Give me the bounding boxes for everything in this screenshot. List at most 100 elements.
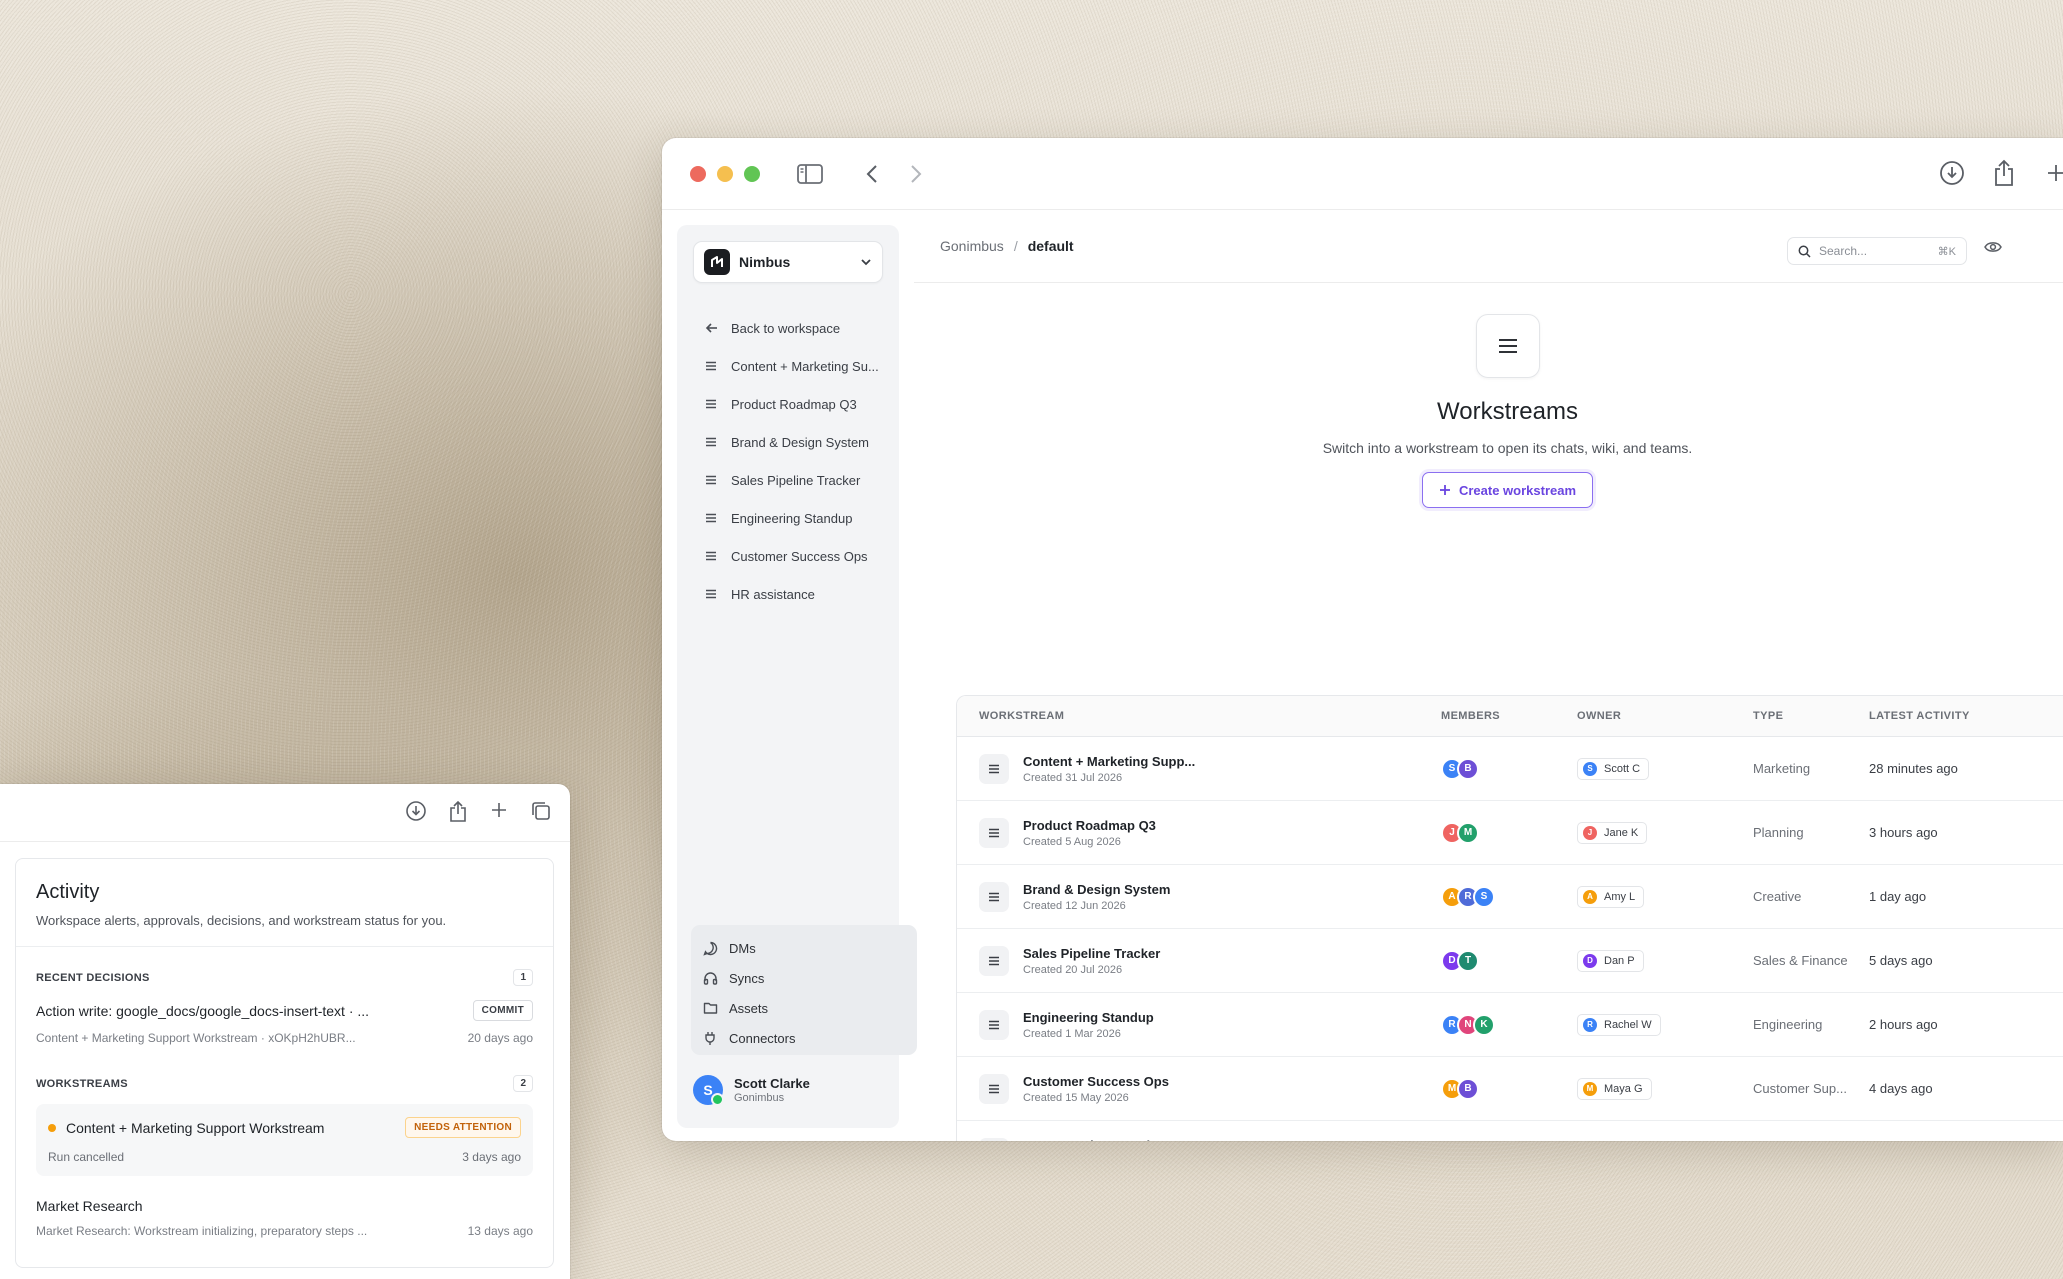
create-workstream-button[interactable]: Create workstream — [1421, 472, 1594, 508]
latest-activity: 2 hours ago — [1869, 1017, 1938, 1032]
sidebar-item-label: Product Roadmap Q3 — [731, 396, 857, 412]
zoom-window-button[interactable] — [744, 165, 760, 182]
owner-name: Scott C — [1604, 762, 1641, 775]
list-icon — [979, 753, 1009, 784]
workstream-name: Engineering Standup — [1023, 1009, 1154, 1025]
page-title: Workstreams — [1437, 398, 1578, 425]
plug-icon — [703, 1031, 719, 1046]
back-to-workspace-link[interactable]: Back to workspace — [677, 309, 899, 347]
org-switcher[interactable]: Nimbus — [693, 241, 883, 283]
sidebar-item-workstream[interactable]: Brand & Design System — [677, 423, 899, 461]
list-icon — [979, 945, 1009, 976]
sidebar-item-dms[interactable]: DMs — [691, 933, 917, 963]
members-stack: SB — [1441, 757, 1577, 780]
sidebar-item-label: Connectors — [729, 1030, 796, 1046]
workstream-type: Customer Sup... — [1753, 1081, 1847, 1096]
copy-icon[interactable] — [530, 800, 552, 828]
user-profile[interactable]: S Scott Clarke Gonimbus — [693, 1075, 810, 1106]
sidebar-item-workstream[interactable]: Product Roadmap Q3 — [677, 385, 899, 423]
search-icon — [1798, 245, 1811, 258]
owner-chip: A Amy L — [1577, 885, 1645, 908]
needs-attention-badge: NEEDS ATTENTION — [405, 1117, 521, 1138]
activity-panel: Activity Workspace alerts, approvals, de… — [0, 784, 570, 1279]
col-workstream[interactable]: WORKSTREAM — [957, 710, 1441, 722]
table-row[interactable]: Brand & Design System Created 12 Jun 202… — [957, 865, 2063, 929]
members-stack: JM — [1441, 821, 1577, 844]
latest-activity: 5 days ago — [1869, 953, 1933, 968]
sidebar-item-workstream[interactable]: Content + Marketing Su... — [677, 347, 899, 385]
breadcrumb-parent[interactable]: Gonimbus — [940, 238, 1004, 254]
list-icon — [705, 551, 719, 561]
members-stack: DT — [1441, 949, 1577, 972]
share-icon[interactable] — [448, 800, 468, 828]
search-shortcut: ⌘K — [1937, 245, 1956, 258]
table-row[interactable]: Customer Success Ops Created 15 May 2026… — [957, 1057, 2063, 1121]
col-latest-activity[interactable]: LATEST ACTIVITY — [1869, 710, 2063, 722]
sidebar-bottom-nav: DMs Syncs Assets Connectors — [691, 925, 917, 1055]
workstream-created: Created 20 Jul 2026 — [1023, 963, 1123, 976]
headset-icon — [703, 971, 719, 986]
search-placeholder: Search... — [1819, 244, 1868, 258]
download-icon[interactable] — [405, 800, 427, 828]
avatar: D — [1583, 953, 1597, 968]
list-icon — [979, 1073, 1009, 1104]
folder-icon — [703, 1001, 719, 1015]
sidebar-item-syncs[interactable]: Syncs — [691, 963, 917, 993]
close-window-button[interactable] — [690, 165, 706, 182]
share-icon[interactable] — [1989, 158, 2019, 188]
minimize-window-button[interactable] — [717, 165, 733, 182]
table-row[interactable]: HR & People Operations Created 8 Apr 202… — [957, 1121, 2063, 1141]
table-row[interactable]: Engineering Standup Created 1 Mar 2026 R… — [957, 993, 2063, 1057]
search-input[interactable]: Search... ⌘K — [1787, 237, 1967, 265]
col-type[interactable]: TYPE — [1753, 710, 1869, 722]
sidebar-item-workstream[interactable]: HR assistance — [677, 575, 899, 613]
recent-decisions-label: RECENT DECISIONS — [36, 971, 150, 984]
workstreams-hero: Workstreams Switch into a workstream to … — [914, 314, 2063, 508]
new-tab-icon[interactable] — [2041, 158, 2063, 188]
col-members[interactable]: MEMBERS — [1441, 710, 1577, 722]
workstream-created: Created 5 Aug 2026 — [1023, 835, 1121, 848]
workstream-type: Creative — [1753, 889, 1802, 904]
avatar: A — [1583, 889, 1597, 904]
workstream-status-time: 13 days ago — [467, 1224, 533, 1238]
recent-decisions-header: RECENT DECISIONS 1 — [16, 969, 553, 986]
sidebar-item-workstream[interactable]: Customer Success Ops — [677, 537, 899, 575]
avatar: S — [693, 1075, 724, 1106]
workstream-status-item[interactable]: Market Research Market Research: Workstr… — [16, 1198, 553, 1238]
table-row[interactable]: Product Roadmap Q3 Created 5 Aug 2026 JM… — [957, 801, 2063, 865]
list-icon — [705, 513, 719, 523]
plus-icon[interactable] — [489, 800, 509, 828]
eye-icon[interactable] — [1984, 240, 2002, 259]
list-icon — [705, 475, 719, 485]
breadcrumb-current: default — [1027, 238, 1074, 254]
chat-bubble-icon — [703, 941, 719, 956]
decision-item[interactable]: Action write: google_docs/google_docs-in… — [16, 1000, 553, 1045]
sidebar-toggle-icon[interactable] — [795, 159, 825, 189]
workstream-status-title: Content + Marketing Support Workstream — [66, 1119, 325, 1136]
sidebar-item-label: Assets — [729, 1000, 769, 1016]
sidebar-item-assets[interactable]: Assets — [691, 993, 917, 1023]
download-icon[interactable] — [1937, 158, 1967, 188]
list-icon — [1475, 314, 1540, 378]
back-arrow-icon[interactable] — [857, 159, 887, 189]
sidebar-item-workstream[interactable]: Sales Pipeline Tracker — [677, 461, 899, 499]
sidebar: Nimbus Back to workspace Content + Marke… — [677, 225, 917, 1128]
member-avatar: T — [1457, 949, 1479, 972]
sidebar-item-workstream[interactable]: Engineering Standup — [677, 499, 899, 537]
workstream-status-item[interactable]: Content + Marketing Support Workstream N… — [36, 1104, 533, 1176]
member-avatar: B — [1457, 1077, 1479, 1100]
workstream-name: Product Roadmap Q3 — [1023, 817, 1156, 833]
sidebar-item-connectors[interactable]: Connectors — [691, 1023, 917, 1053]
avatar: M — [1583, 1081, 1597, 1096]
list-icon — [979, 817, 1009, 848]
table-row[interactable]: Sales Pipeline Tracker Created 20 Jul 20… — [957, 929, 2063, 993]
list-icon — [705, 399, 719, 409]
forward-arrow-icon[interactable] — [901, 159, 931, 189]
table-row[interactable]: Content + Marketing Supp... Created 31 J… — [957, 737, 2063, 801]
sidebar-item-label: HR assistance — [731, 586, 815, 602]
workstream-created: Created 15 May 2026 — [1023, 1091, 1129, 1104]
user-name: Scott Clarke — [734, 1076, 810, 1091]
list-icon — [705, 589, 719, 599]
workstreams-table: WORKSTREAM MEMBERS OWNER TYPE LATEST ACT… — [956, 695, 2063, 1141]
col-owner[interactable]: OWNER — [1577, 710, 1753, 722]
